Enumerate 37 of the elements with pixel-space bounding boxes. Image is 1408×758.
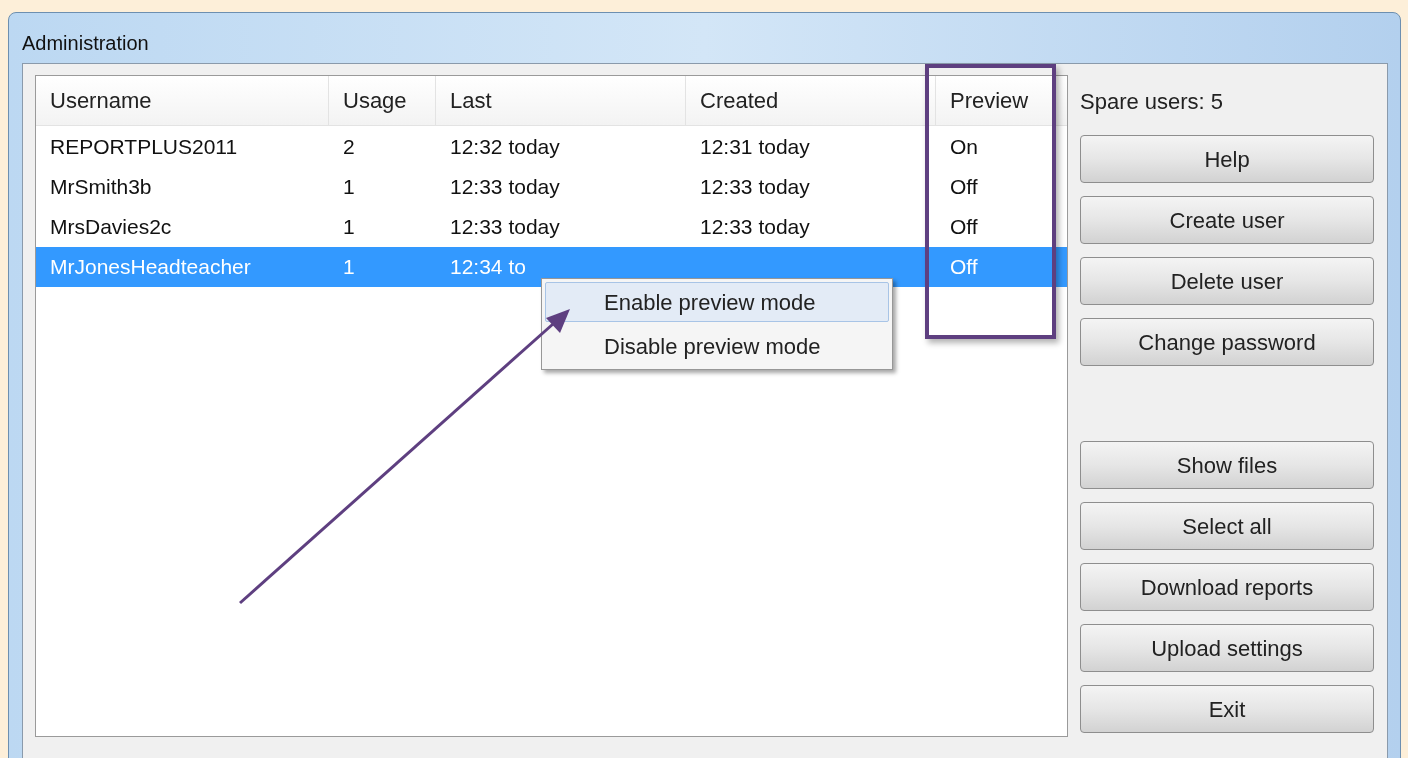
table-cell: 12:33 today: [700, 215, 810, 239]
table-cell: MrSmith3b: [50, 175, 152, 199]
table-cell: 12:33 today: [700, 175, 810, 199]
action-button[interactable]: Exit: [1080, 685, 1374, 733]
table-cell: 12:33 today: [450, 175, 560, 199]
window-title: Administration: [22, 31, 149, 56]
action-button[interactable]: Help: [1080, 135, 1374, 183]
spare-users-label: Spare users: 5: [1080, 88, 1224, 116]
action-button[interactable]: Select all: [1080, 502, 1374, 550]
table-cell: MrJonesHeadteacher: [50, 255, 251, 279]
column-header[interactable]: Username: [36, 76, 329, 125]
table-cell: Off: [950, 215, 978, 239]
table-cell: 1: [343, 255, 355, 279]
action-button[interactable]: Show files: [1080, 441, 1374, 489]
table-cell: 12:31 today: [700, 135, 810, 159]
menu-item[interactable]: Disable preview mode: [545, 326, 889, 366]
action-button[interactable]: Change password: [1080, 318, 1374, 366]
table-cell: Off: [950, 255, 978, 279]
column-header[interactable]: Created: [686, 76, 936, 125]
column-header[interactable]: Last: [436, 76, 686, 125]
action-button[interactable]: Upload settings: [1080, 624, 1374, 672]
menu-item[interactable]: Enable preview mode: [545, 282, 889, 322]
table-cell: 12:34 to: [450, 255, 526, 279]
action-button[interactable]: Delete user: [1080, 257, 1374, 305]
action-button[interactable]: Create user: [1080, 196, 1374, 244]
action-button[interactable]: Download reports: [1080, 563, 1374, 611]
column-header[interactable]: Preview: [936, 76, 1056, 125]
table-cell: 12:33 today: [450, 215, 560, 239]
table-cell: MrsDavies2c: [50, 215, 172, 239]
table-cell: 1: [343, 175, 355, 199]
table-cell: 2: [343, 135, 355, 159]
table-cell: REPORTPLUS2011: [50, 135, 238, 159]
table-cell: Off: [950, 175, 978, 199]
table-cell: 1: [343, 215, 355, 239]
column-header[interactable]: Usage: [329, 76, 436, 125]
table-cell: 12:32 today: [450, 135, 560, 159]
table-cell: On: [950, 135, 978, 159]
